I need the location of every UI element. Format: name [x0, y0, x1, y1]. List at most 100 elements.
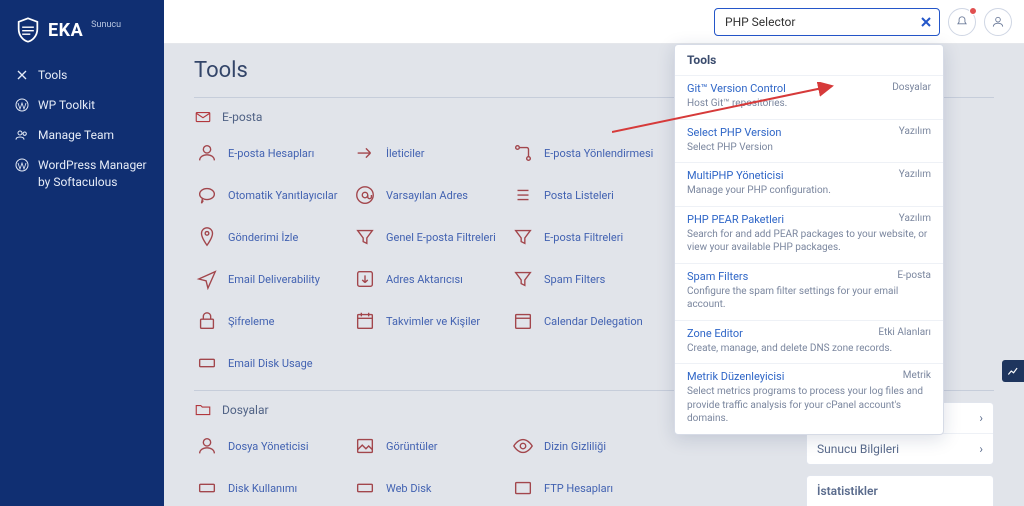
tool-directory-privacy[interactable]: Dizin Gizliliği: [510, 425, 660, 467]
search-wrap: [714, 8, 940, 36]
tool-disk-usage[interactable]: Disk Kullanımı: [194, 467, 344, 506]
tool-label[interactable]: Görüntüler: [386, 440, 438, 453]
filter-icon: [354, 226, 376, 248]
sidebar-item-manage-team[interactable]: Manage Team: [0, 120, 164, 150]
tool-label[interactable]: E-posta Filtreleri: [544, 231, 623, 244]
tool-track-delivery[interactable]: Gönderimi İzle: [194, 216, 344, 258]
tool-autoresponders[interactable]: Otomatik Yanıtlayıcılar: [194, 174, 344, 216]
tool-forwarders[interactable]: İleticiler: [352, 132, 502, 174]
mail-icon: [194, 108, 212, 126]
tool-label[interactable]: Adres Aktarıcısı: [386, 273, 463, 286]
wordpress-icon: [14, 97, 30, 113]
stats-heading: İstatistikler: [807, 476, 993, 502]
tool-global-filters[interactable]: Genel E-posta Filtreleri: [352, 216, 502, 258]
tool-label[interactable]: İleticiler: [386, 147, 424, 160]
tool-default-address[interactable]: Varsayılan Adres: [352, 174, 502, 216]
tool-label[interactable]: Gönderimi İzle: [228, 231, 298, 244]
tool-email-deliverability[interactable]: Email Deliverability: [194, 258, 344, 300]
chart-badge[interactable]: [1002, 360, 1024, 382]
tool-label[interactable]: Web Disk: [386, 482, 431, 495]
sidebar-item-label: Manage Team: [38, 128, 114, 142]
ftp-icon: [512, 477, 534, 499]
tool-label[interactable]: E-posta Hesapları: [228, 147, 314, 160]
at-icon: [354, 184, 376, 206]
bell-icon: [955, 15, 969, 29]
clear-search-button[interactable]: [918, 14, 934, 30]
calendar-icon: [354, 310, 376, 332]
tool-label[interactable]: Email Deliverability: [228, 273, 320, 286]
tool-label[interactable]: Dizin Gizliliği: [544, 440, 606, 453]
forward-icon: [354, 142, 376, 164]
chart-icon: [1006, 364, 1020, 378]
tool-calendar-delegation[interactable]: Calendar Delegation: [510, 300, 660, 342]
disk-icon: [196, 477, 218, 499]
wordpress-icon: [14, 157, 30, 173]
tool-calendars[interactable]: Takvimler ve Kişiler: [352, 300, 502, 342]
import-icon: [354, 268, 376, 290]
tool-spam-filters[interactable]: Spam Filters: [510, 258, 660, 300]
dropdown-item-zone[interactable]: Zone EditorCreate, manage, and delete DN…: [675, 320, 943, 364]
sidebar-item-wp-toolkit[interactable]: WP Toolkit: [0, 90, 164, 120]
image-icon: [354, 435, 376, 457]
tool-label[interactable]: Şifreleme: [228, 315, 274, 328]
tool-file-manager[interactable]: Dosya Yöneticisi: [194, 425, 344, 467]
tool-web-disk[interactable]: Web Disk: [352, 467, 502, 506]
tool-mail-lists[interactable]: Posta Listeleri: [510, 174, 660, 216]
shield-icon: [14, 16, 42, 44]
tool-label[interactable]: Otomatik Yanıtlayıcılar: [228, 189, 338, 202]
filter-icon: [512, 226, 534, 248]
dropdown-item-multiphp[interactable]: MultiPHP YöneticisiManage your PHP confi…: [675, 162, 943, 206]
search-input[interactable]: [714, 8, 940, 36]
tool-email-routing[interactable]: E-posta Yönlendirmesi: [510, 132, 660, 174]
dropdown-item-spam[interactable]: Spam FiltersConfigure the spam filter se…: [675, 263, 943, 320]
tool-encryption[interactable]: Şifreleme: [194, 300, 344, 342]
right-row-server-info[interactable]: Sunucu Bilgileri›: [807, 434, 993, 464]
tool-email-filters[interactable]: E-posta Filtreleri: [510, 216, 660, 258]
tool-label[interactable]: Genel E-posta Filtreleri: [386, 231, 496, 244]
tool-label[interactable]: Dosya Yöneticisi: [228, 440, 309, 453]
tool-label[interactable]: Calendar Delegation: [544, 315, 643, 328]
pin-icon: [196, 226, 218, 248]
tool-email-disk-usage[interactable]: Email Disk Usage: [194, 342, 344, 384]
dropdown-heading: Tools: [675, 45, 943, 75]
tool-label[interactable]: Varsayılan Adres: [386, 189, 468, 202]
tool-label[interactable]: Disk Kullanımı: [228, 482, 297, 495]
tool-label[interactable]: Posta Listeleri: [544, 189, 614, 202]
list-icon: [512, 184, 534, 206]
send-icon: [196, 268, 218, 290]
tool-label[interactable]: Takvimler ve Kişiler: [386, 315, 480, 328]
lock-icon: [196, 310, 218, 332]
tool-images[interactable]: Görüntüler: [352, 425, 502, 467]
tool-label[interactable]: FTP Hesapları: [544, 482, 613, 495]
tool-address-importer[interactable]: Adres Aktarıcısı: [352, 258, 502, 300]
reply-icon: [196, 184, 218, 206]
dropdown-item-select-php[interactable]: Select PHP VersionSelect PHP VersionYazı…: [675, 119, 943, 163]
tool-label[interactable]: Spam Filters: [544, 273, 605, 286]
folder-icon: [194, 401, 212, 419]
sidebar-item-label: WP Toolkit: [38, 98, 95, 112]
tools-icon: [14, 67, 30, 83]
notifications-button[interactable]: [948, 8, 976, 36]
user-menu-button[interactable]: [984, 8, 1012, 36]
eye-icon: [512, 435, 534, 457]
chevron-right-icon: ›: [979, 442, 983, 456]
user-icon: [991, 15, 1005, 29]
notification-dot: [969, 7, 977, 15]
logo-brand: EKA: [48, 20, 83, 41]
tool-label[interactable]: Email Disk Usage: [228, 357, 313, 370]
dropdown-item-pear[interactable]: PHP PEAR PaketleriSearch for and add PEA…: [675, 206, 943, 263]
tool-email-accounts[interactable]: E-posta Hesapları: [194, 132, 344, 174]
tool-label[interactable]: E-posta Yönlendirmesi: [544, 147, 653, 160]
filter-icon: [512, 268, 534, 290]
sidebar: EKA Sunucu Tools WP Toolkit Manage Team …: [0, 0, 164, 506]
chevron-right-icon: ›: [979, 411, 983, 425]
dropdown-item-git[interactable]: Git™ Version ControlHost Git™ repositori…: [675, 75, 943, 119]
sidebar-item-wp-manager[interactable]: WordPress Manager by Softaculous: [0, 150, 164, 198]
sidebar-item-tools[interactable]: Tools: [0, 60, 164, 90]
tool-ftp-accounts[interactable]: FTP Hesapları: [510, 467, 660, 506]
calendar-icon: [512, 310, 534, 332]
logo[interactable]: EKA Sunucu: [0, 12, 164, 60]
sidebar-item-label: Tools: [38, 68, 67, 82]
section-label: Dosyalar: [222, 403, 269, 417]
dropdown-item-metrics[interactable]: Metrik DüzenleyicisiSelect metrics progr…: [675, 363, 943, 434]
